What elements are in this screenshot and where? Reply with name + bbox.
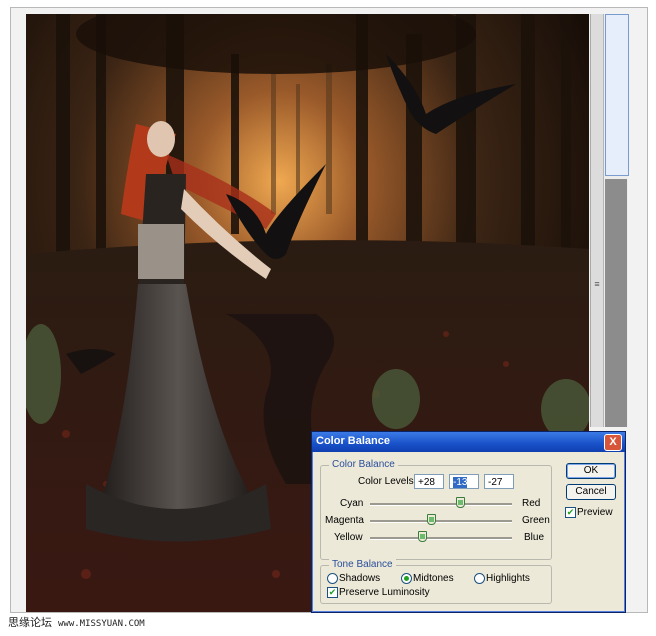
cancel-button[interactable]: Cancel [566,484,616,500]
shadows-radio[interactable] [327,573,338,584]
panel-area[interactable] [605,14,629,176]
slider-cyan-label: Cyan [340,498,364,509]
color-levels-label: Color Levels: [358,476,417,487]
site-name: 思缘论坛 [8,617,52,629]
highlights-label[interactable]: Highlights [486,573,530,584]
color-balance-legend: Color Balance [329,459,398,470]
site-footer: 思缘论坛 www.MISSYUAN.COM [8,614,145,630]
level-magenta-green-value: -13 [453,477,468,488]
side-panel: ≡ [590,14,629,427]
preserve-luminosity-checkbox[interactable]: ✔ [327,587,338,598]
magenta-green-slider-track[interactable] [370,520,512,523]
preview-label[interactable]: Preview [577,507,613,518]
yellow-blue-slider-track[interactable] [370,537,512,540]
highlights-radio[interactable] [474,573,485,584]
magenta-green-slider-thumb[interactable] [427,514,436,525]
panel-scrollbar[interactable]: ≡ [591,14,604,427]
cyan-red-slider-track[interactable] [370,503,512,506]
tone-balance-legend: Tone Balance [329,559,396,570]
slider-yellow-label: Yellow [334,532,363,543]
slider-magenta-label: Magenta [325,515,364,526]
yellow-blue-slider-thumb[interactable] [418,531,427,542]
color-balance-dialog: Color Balance X Color Balance Color Leve… [311,431,626,613]
midtones-radio[interactable] [401,573,412,584]
shadows-label[interactable]: Shadows [339,573,380,584]
dialog-title: Color Balance [316,435,390,447]
tone-balance-group: Tone Balance [320,559,552,604]
dialog-titlebar[interactable]: Color Balance X [312,432,625,452]
cyan-red-slider-thumb[interactable] [456,497,465,508]
close-icon[interactable]: X [604,434,622,451]
preserve-luminosity-label[interactable]: Preserve Luminosity [339,587,430,598]
level-cyan-red-field[interactable]: +28 [414,474,444,489]
panel-empty-area [605,179,627,427]
ok-button[interactable]: OK [566,463,616,479]
preview-checkbox[interactable]: ✔ [565,507,576,518]
level-yellow-blue-field[interactable]: -27 [484,474,514,489]
slider-green-label: Green [522,515,550,526]
slider-red-label: Red [522,498,541,509]
level-magenta-green-field[interactable]: -13 [449,474,479,489]
slider-blue-label: Blue [524,532,545,543]
midtones-label[interactable]: Midtones [413,573,454,584]
grip-icon[interactable]: ≡ [592,276,602,292]
site-url[interactable]: www.MISSYUAN.COM [58,619,145,629]
